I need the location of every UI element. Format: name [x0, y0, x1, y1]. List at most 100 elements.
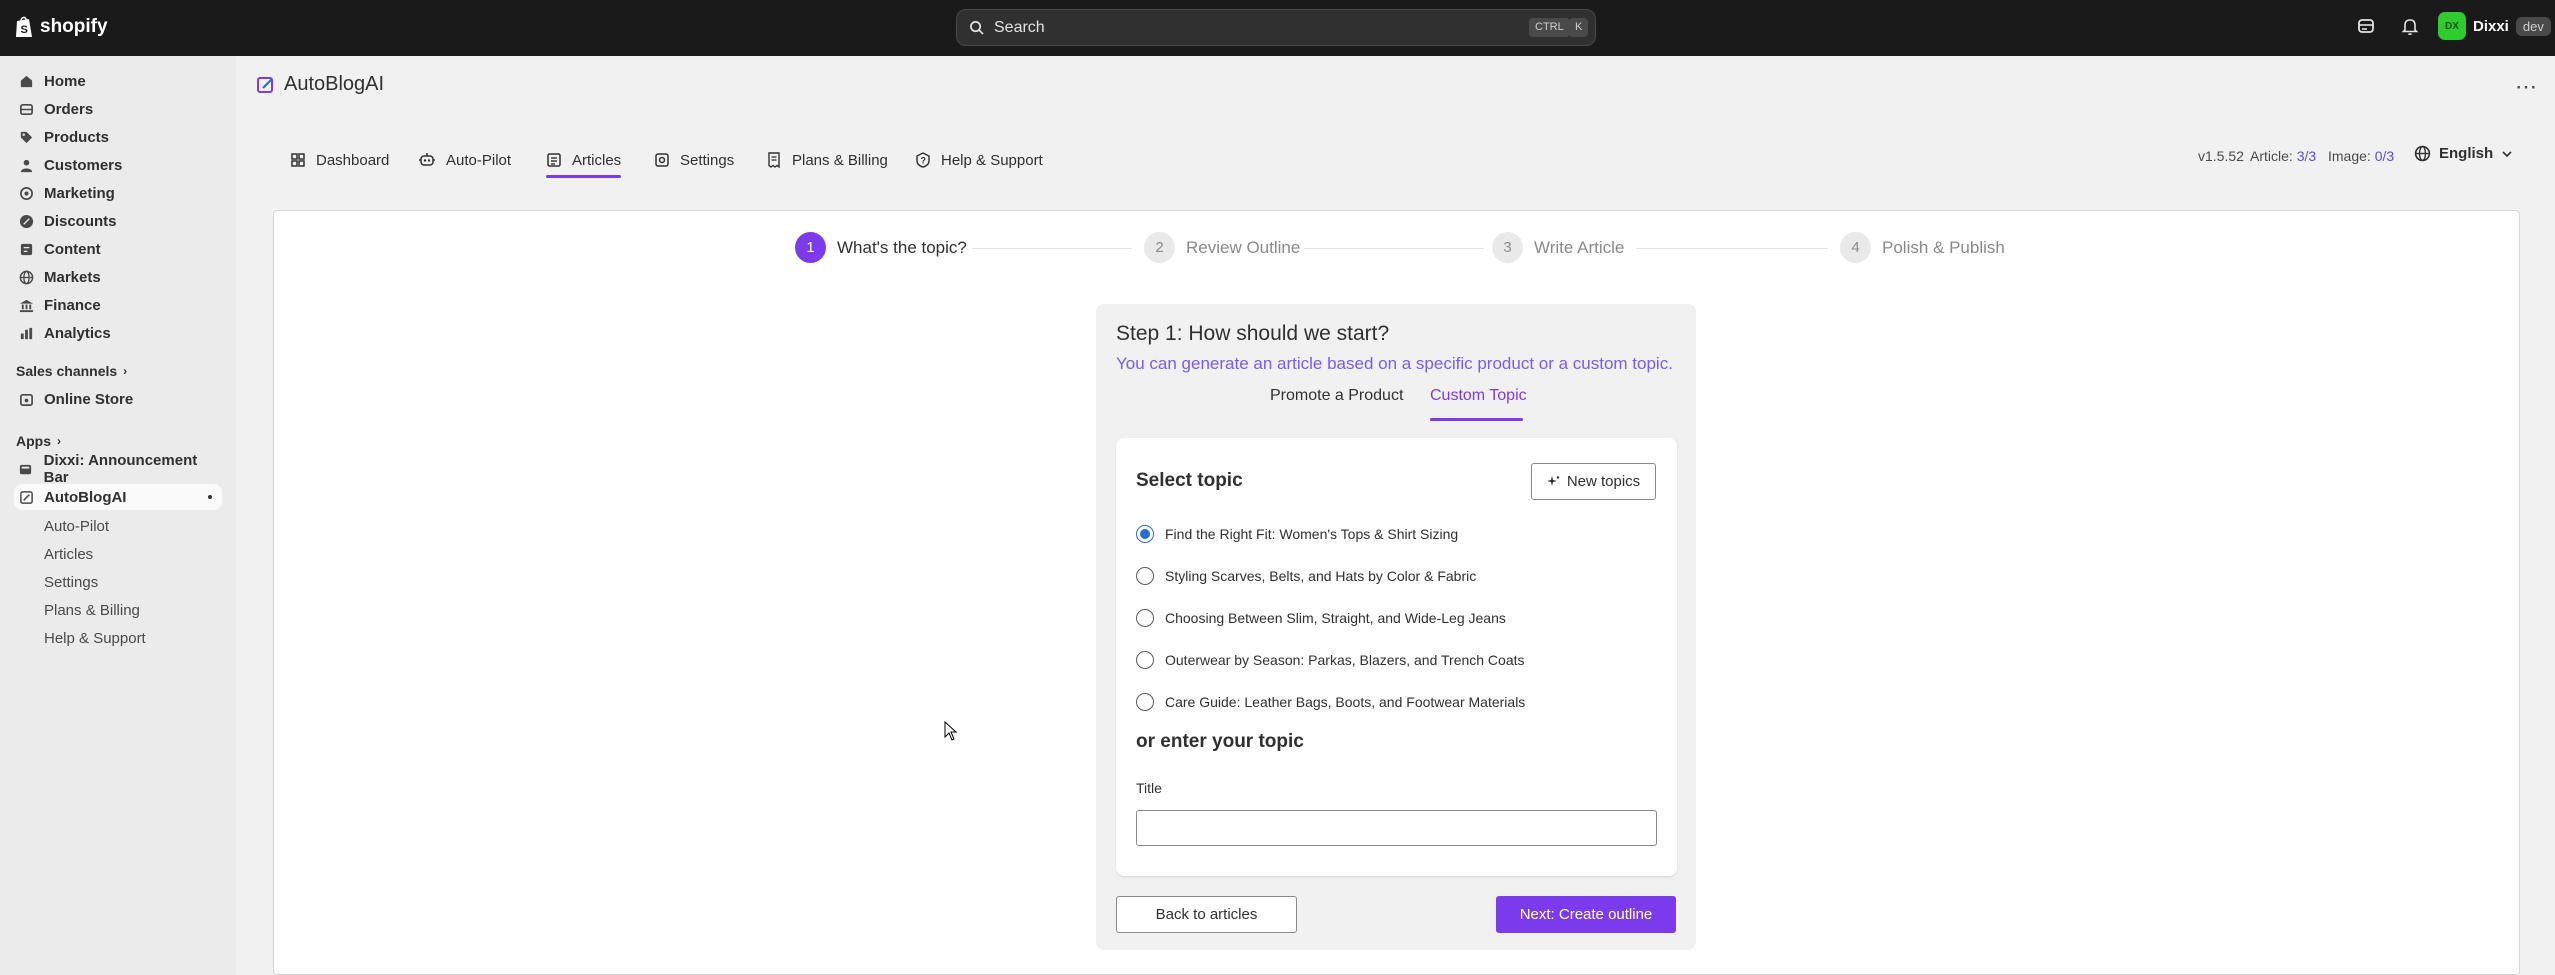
target-icon: [18, 185, 34, 201]
topic-option[interactable]: Find the Right Fit: Women's Tops & Shirt…: [1136, 525, 1458, 543]
search-input[interactable]: Search CTRL K: [956, 9, 1596, 46]
new-topics-button[interactable]: New topics: [1531, 463, 1656, 500]
select-topic-heading: Select topic: [1136, 470, 1243, 491]
sidebar-item-products[interactable]: Products: [14, 124, 222, 150]
app-title: AutoBlogAI: [256, 73, 384, 96]
sidebar-item-marketing[interactable]: Marketing: [14, 180, 222, 206]
back-to-articles-button[interactable]: Back to articles: [1116, 896, 1297, 933]
sidebar-item-label: Markets: [44, 268, 101, 286]
chart-icon: [18, 325, 34, 341]
sidebar-item-label: Discounts: [44, 212, 117, 230]
sidebar-subitem-help-support[interactable]: Help & Support: [44, 630, 146, 647]
sidebar-item-label: Marketing: [44, 184, 115, 202]
user-name: Dixxi: [2473, 17, 2509, 35]
image-quota: Image: 0/3: [2328, 148, 2394, 164]
dashboard-icon: [291, 153, 305, 167]
top-bar: S shopify Search CTRL K DX Dixxi dev: [0, 0, 2555, 56]
sidebar-item-customers[interactable]: Customers: [14, 152, 222, 178]
tab-custom-topic[interactable]: Custom Topic: [1430, 387, 1527, 405]
sidebar-item-orders[interactable]: Orders: [14, 96, 222, 122]
step-label: What's the topic?: [837, 237, 967, 257]
sidebar-item-finance[interactable]: Finance: [14, 292, 222, 318]
sidebar-subitem-articles[interactable]: Articles: [44, 546, 93, 563]
sidebar-item-label: Home: [44, 72, 86, 90]
language-label: English: [2439, 145, 2494, 162]
tab-label: Settings: [680, 151, 735, 169]
mouse-cursor-icon: [944, 721, 958, 741]
sidebar-item-label: Analytics: [44, 324, 111, 342]
svg-text:S: S: [21, 24, 28, 36]
article-icon: [547, 153, 561, 167]
tab-articles[interactable]: Articles: [546, 144, 621, 176]
more-options-icon[interactable]: ⋯: [2515, 74, 2538, 100]
radio-button[interactable]: [1136, 693, 1154, 711]
tab-help-support[interactable]: ? Help & Support: [915, 144, 1043, 176]
topic-option[interactable]: Care Guide: Leather Bags, Boots, and Foo…: [1136, 693, 1525, 711]
bell-icon[interactable]: [2400, 16, 2420, 41]
step-label: Polish & Publish: [1882, 237, 2005, 257]
tab-dashboard[interactable]: Dashboard: [290, 144, 389, 176]
sidebar-item-label: Orders: [44, 100, 94, 118]
sidebar-subitem-plans-billing[interactable]: Plans & Billing: [44, 602, 140, 619]
search-placeholder: Search: [994, 18, 1045, 36]
step-label: Review Outline: [1186, 237, 1301, 257]
sidebar-item-dixxi-app[interactable]: Dixxi: Announcement Bar: [14, 452, 222, 486]
sidebar-item-online-store[interactable]: Online Store: [14, 386, 222, 412]
help-icon: ?: [916, 152, 930, 168]
topic-label: Outerwear by Season: Parkas, Blazers, an…: [1165, 652, 1525, 668]
topic-label: Styling Scarves, Belts, and Hats by Colo…: [1165, 568, 1477, 584]
sidebar-subitem-auto-pilot[interactable]: Auto-Pilot: [44, 518, 109, 535]
radio-button[interactable]: [1136, 525, 1154, 543]
sidebar-item-markets[interactable]: Markets: [14, 264, 222, 290]
topic-label: Find the Right Fit: Women's Tops & Shirt…: [1165, 526, 1459, 542]
chevron-right-icon: ›: [123, 364, 128, 378]
user-menu[interactable]: DX Dixxi dev: [2438, 12, 2551, 40]
tab-plans-billing[interactable]: Plans & Billing: [766, 144, 888, 176]
shortcut-k: K: [1569, 18, 1589, 37]
radio-button[interactable]: [1136, 567, 1154, 585]
radio-button[interactable]: [1136, 651, 1154, 669]
sidebar-item-content[interactable]: Content: [14, 236, 222, 262]
article-quota-label: Article:: [2250, 148, 2293, 164]
home-icon: [18, 73, 34, 89]
avatar: DX: [2438, 12, 2466, 40]
title-field[interactable]: [1136, 810, 1657, 846]
shopify-logo[interactable]: S shopify: [14, 15, 108, 39]
tab-label: Plans & Billing: [792, 151, 888, 169]
pin-dot-icon: [208, 495, 212, 499]
store-icon[interactable]: [2356, 16, 2376, 41]
step-panel-subtitle: You can generate an article based on a s…: [1116, 354, 1673, 373]
robot-icon: [419, 153, 435, 166]
autoblogai-app-icon: [18, 489, 34, 505]
topic-option[interactable]: Styling Scarves, Belts, and Hats by Colo…: [1136, 567, 1476, 585]
title-field-label: Title: [1136, 780, 1162, 796]
tab-auto-pilot[interactable]: Auto-Pilot: [418, 144, 511, 176]
step-3: 3 Write Article: [1492, 232, 1624, 263]
sidebar-item-autoblogai[interactable]: AutoBlogAI: [14, 484, 222, 510]
sales-channels-header[interactable]: Sales channels ›: [16, 363, 127, 379]
sidebar-item-home[interactable]: Home: [14, 68, 222, 94]
topic-option[interactable]: Outerwear by Season: Parkas, Blazers, an…: [1136, 651, 1525, 669]
language-selector[interactable]: English: [2414, 145, 2513, 162]
sidebar-subitem-settings[interactable]: Settings: [44, 574, 98, 591]
sidebar-item-analytics[interactable]: Analytics: [14, 320, 222, 346]
gear-icon: [655, 153, 669, 167]
topic-label: Choosing Between Slim, Straight, and Wid…: [1165, 610, 1506, 626]
step-panel-title: Step 1: How should we start?: [1116, 322, 1390, 345]
step-number: 3: [1492, 232, 1523, 263]
sidebar-item-label: Online Store: [44, 390, 134, 408]
online-store-icon: [18, 391, 34, 407]
sidebar-item-discounts[interactable]: Discounts: [14, 208, 222, 234]
tab-label: Dashboard: [316, 151, 390, 169]
radio-button[interactable]: [1136, 609, 1154, 627]
logo-text: shopify: [40, 16, 108, 37]
tab-promote-product[interactable]: Promote a Product: [1270, 387, 1403, 405]
next-create-outline-button[interactable]: Next: Create outline: [1496, 896, 1676, 933]
step-2: 2 Review Outline: [1144, 232, 1300, 263]
topic-option[interactable]: Choosing Between Slim, Straight, and Wid…: [1136, 609, 1506, 627]
tab-label: Auto-Pilot: [446, 151, 512, 169]
apps-header[interactable]: Apps ›: [16, 433, 61, 449]
tab-settings[interactable]: Settings: [654, 144, 734, 176]
autoblogai-logo-icon: [257, 76, 273, 93]
active-tab-indicator: [546, 175, 621, 178]
